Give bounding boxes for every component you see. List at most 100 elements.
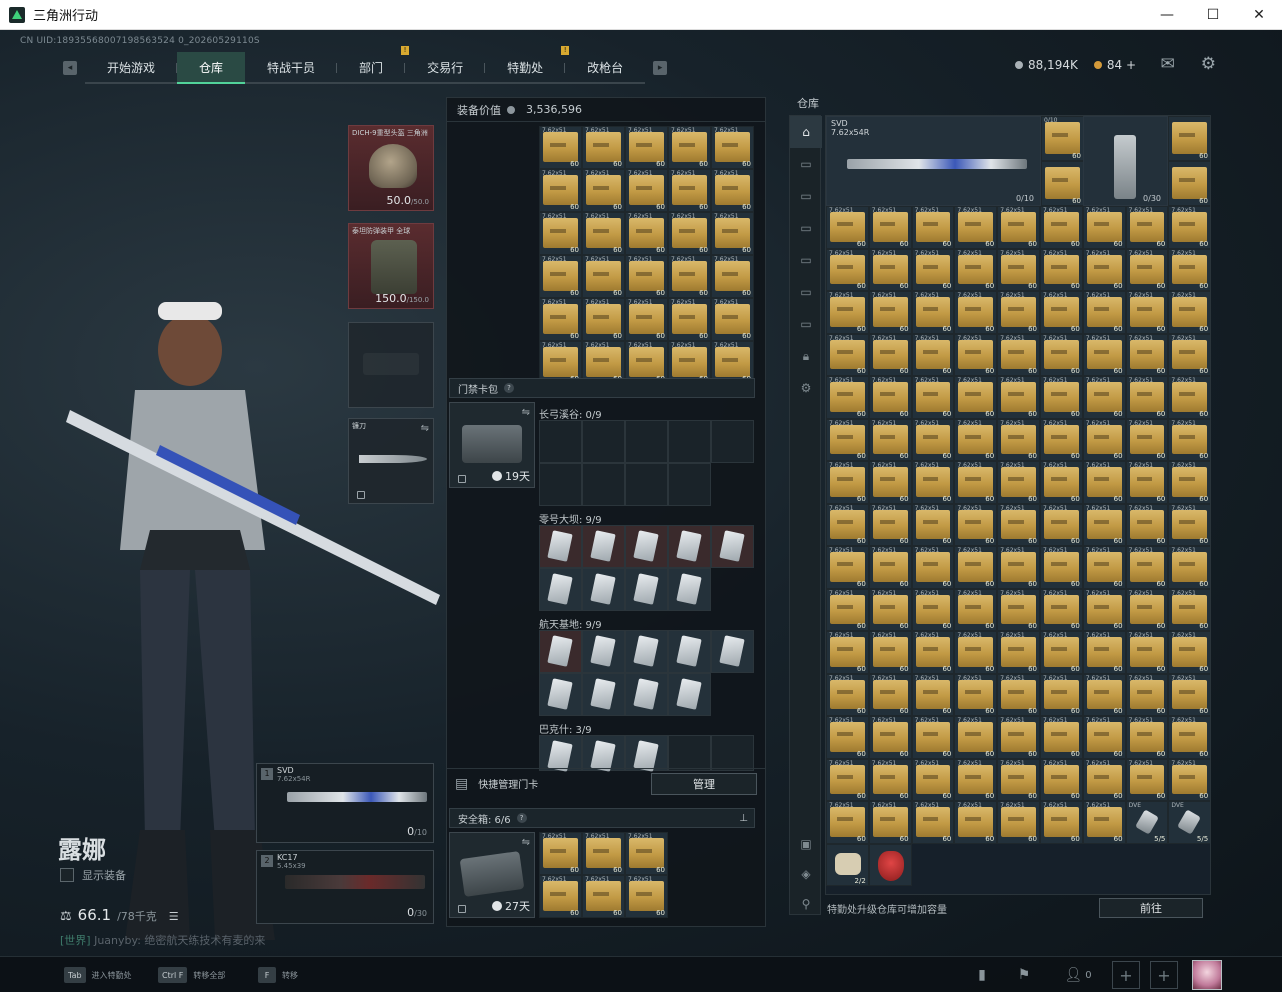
goto-button[interactable]: 前往 [1099, 898, 1203, 918]
ammo-item[interactable]: 7.62x51 60 [868, 418, 912, 461]
warehouse-stock-item[interactable]: 0/30 [1083, 116, 1168, 206]
ammo-item[interactable]: 7.62x51 60 [954, 758, 998, 801]
ammo-item[interactable]: 7.62x51 60 [1082, 631, 1126, 674]
ammo-item[interactable]: 7.62x51 60 [868, 291, 912, 334]
ammo-item[interactable]: 7.62x51 60 [1039, 248, 1083, 291]
keycard-item[interactable] [582, 630, 625, 673]
ammo-item[interactable]: 7.62x51 60 [826, 546, 869, 589]
ammo-item[interactable]: 7.62x51 60 [911, 206, 955, 249]
ammo-item[interactable]: 7.62x51 60 [1168, 631, 1210, 674]
armor-slot[interactable]: 泰坦防弹装甲 全球 150.0/150.0 [348, 223, 434, 309]
ammo-item[interactable]: 7.62x51 60 [997, 588, 1040, 631]
key-slot[interactable] [582, 420, 625, 463]
ammo-item[interactable]: 7.62x51 60 [868, 248, 912, 291]
keycard-item[interactable] [539, 735, 582, 772]
ammo-item[interactable]: 7.62x51 60 [582, 875, 625, 918]
ammo-item[interactable]: 7.62x51 60 [954, 461, 998, 504]
keycard-item[interactable] [539, 630, 582, 673]
warehouse-layers-icon[interactable]: ◈ [790, 858, 822, 890]
keycard-item[interactable] [582, 525, 625, 568]
ammo-item[interactable]: 7.62x51 60 [1125, 546, 1169, 589]
ammo-item[interactable]: 7.62x51 60 [911, 461, 955, 504]
ammo-item[interactable]: 7.62x51 60 [1082, 716, 1126, 759]
key-slot[interactable] [625, 420, 668, 463]
ammo-item[interactable]: 7.62x51 60 [668, 169, 711, 212]
ammo-item[interactable]: 7.62x51 60 [826, 376, 869, 419]
ammo-item[interactable]: 7.62x51 60 [1168, 248, 1210, 291]
ammo-item[interactable]: 7.62x51 60 [539, 298, 582, 341]
dve-item[interactable]: DVE 5/5 [1168, 801, 1210, 844]
ammo-item[interactable]: 7.62x51 60 [1082, 588, 1126, 631]
ammo-item[interactable]: 7.62x51 60 [539, 255, 582, 298]
nav-prev-icon[interactable]: ◂ [63, 61, 77, 75]
ammo-item[interactable]: 7.62x51 60 [911, 758, 955, 801]
list-icon[interactable]: ☰ [169, 910, 179, 923]
misc-item[interactable]: 2/2 [826, 843, 869, 886]
ammo-item[interactable]: 7.62x51 60 [1168, 758, 1210, 801]
key-slot[interactable] [539, 463, 582, 506]
ammo-item[interactable]: 7.62x51 60 [954, 248, 998, 291]
ammo-item[interactable]: 7.62x51 60 [1125, 376, 1169, 419]
maximize-icon[interactable]: ☐ [1190, 0, 1236, 30]
mail-icon[interactable]: ✉ [1161, 54, 1175, 74]
ammo-item[interactable]: 7.62x51 60 [1168, 206, 1210, 249]
add-friend-slot-1[interactable]: + [1112, 961, 1140, 989]
keycard-item[interactable] [539, 673, 582, 716]
ammo-item[interactable]: 7.62x51 60 [826, 758, 869, 801]
mask-item[interactable] [868, 843, 912, 886]
keycard-item[interactable] [668, 673, 711, 716]
melee-slot[interactable]: 镰刀 ⇋ [348, 418, 434, 504]
ammo-item[interactable]: 7.62x51 60 [997, 206, 1040, 249]
ammo-item[interactable]: 7.62x51 60 [868, 758, 912, 801]
ammo-item[interactable]: 7.62x51 60 [954, 588, 998, 631]
ammo-item[interactable]: 7.62x51 60 [954, 673, 998, 716]
ammo-item[interactable]: 7.62x51 60 [1125, 333, 1169, 376]
ammo-item[interactable]: 7.62x51 60 [1168, 716, 1210, 759]
ammo-item[interactable]: 7.62x51 60 [1168, 588, 1210, 631]
help-icon[interactable]: ? [504, 383, 514, 393]
ammo-item[interactable]: 7.62x51 60 [625, 126, 668, 169]
ammo-item[interactable]: 7.62x51 60 [1125, 418, 1169, 461]
ammo-item[interactable]: 7.62x51 60 [826, 248, 869, 291]
ammo-item[interactable]: 7.62x51 60 [711, 169, 754, 212]
ammo-item[interactable]: 7.62x51 60 [868, 716, 912, 759]
ammo-item[interactable]: 7.62x51 60 [1082, 376, 1126, 419]
ammo-item[interactable]: 7.62x51 60 [911, 588, 955, 631]
tab-special-ops[interactable]: 特勤处! [485, 46, 570, 84]
ammo-item[interactable]: 7.62x51 60 [539, 212, 582, 255]
keycard-item[interactable] [582, 735, 625, 772]
ammo-item[interactable]: 7.62x51 60 [826, 716, 869, 759]
tab-warehouse[interactable]: 仓库 [177, 52, 246, 84]
ammo-item[interactable]: 7.62x51 60 [826, 588, 869, 631]
ammo-item[interactable]: 7.62x51 60 [668, 298, 711, 341]
keycard-item[interactable] [539, 568, 582, 611]
tab-gunsmith[interactable]: 改枪台 [565, 52, 646, 84]
ammo-item[interactable]: 7.62x51 60 [1168, 673, 1210, 716]
ammo-item[interactable]: 7.62x51 60 [997, 631, 1040, 674]
ammo-item[interactable]: 7.62x51 60 [668, 212, 711, 255]
manage-button[interactable]: 管理 [651, 772, 757, 795]
ammo-item[interactable]: 7.62x51 60 [539, 832, 582, 875]
ammo-item[interactable]: 7.62x51 60 [954, 206, 998, 249]
ammo-item[interactable]: 7.62x51 60 [911, 291, 955, 334]
ammo-item[interactable]: 7.62x51 60 [668, 126, 711, 169]
ammo-item[interactable]: 7.62x51 60 [997, 333, 1040, 376]
ammo-item[interactable]: 7.62x51 60 [997, 546, 1040, 589]
warehouse-svd-item[interactable]: SVD 7.62x54R 0/10 [826, 116, 1041, 206]
ammo-item[interactable]: 7.62x51 60 [911, 801, 955, 844]
warehouse-extra-icon[interactable]: ⚲ [790, 888, 822, 920]
ammo-item[interactable]: 7.62x51 60 [1039, 546, 1083, 589]
ammo-item[interactable]: 7.62x51 60 [1125, 291, 1169, 334]
warehouse-main-icon[interactable]: ⌂ [790, 116, 822, 148]
ammo-item[interactable]: 7.62x51 60 [1168, 333, 1210, 376]
close-icon[interactable]: ✕ [1236, 0, 1282, 30]
ammo-item[interactable]: 7.62x51 60 [826, 631, 869, 674]
ammo-item[interactable]: 7.62x51 60 [826, 291, 869, 334]
ammo-item[interactable]: 7.62x51 60 [1039, 758, 1083, 801]
keycard-item[interactable] [668, 525, 711, 568]
ammo-item[interactable]: 7.62x51 60 [911, 673, 955, 716]
gold-currency[interactable]: 84 + [1093, 58, 1136, 72]
primary-weapon-slot[interactable]: 1 SVD 7.62x54R 0/10 [256, 763, 434, 843]
ammo-item[interactable]: 7.62x51 60 [582, 169, 625, 212]
ammo-item[interactable]: 7.62x51 60 [1039, 673, 1083, 716]
